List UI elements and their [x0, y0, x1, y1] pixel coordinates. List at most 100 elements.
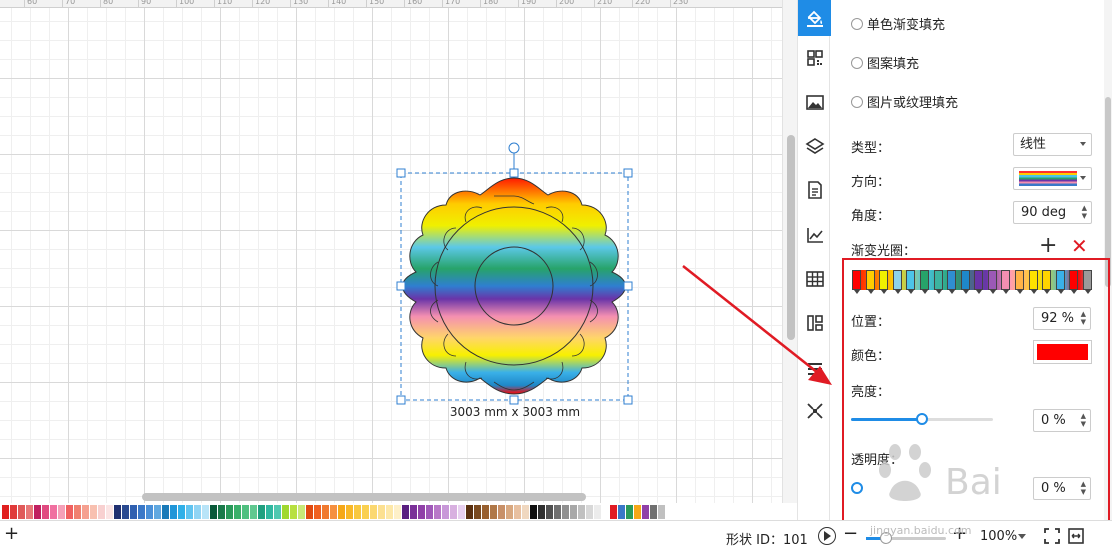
palette-swatch[interactable] [154, 504, 161, 519]
chevron-down-icon[interactable] [1018, 534, 1026, 539]
palette-swatch[interactable] [202, 504, 209, 519]
palette-swatch[interactable] [282, 504, 289, 519]
palette-swatch[interactable] [378, 504, 385, 519]
palette-swatch[interactable] [514, 504, 521, 519]
gradient-stop[interactable] [906, 270, 916, 294]
palette-swatch[interactable] [210, 504, 217, 519]
play-icon[interactable] [818, 527, 836, 545]
chart-tab[interactable] [798, 217, 831, 253]
stepper-arrows-icon[interactable]: ▲ ▼ [1081, 310, 1086, 326]
stepper-arrows-icon[interactable]: ▲ ▼ [1081, 412, 1086, 428]
palette-swatch[interactable] [218, 504, 225, 519]
palette-swatch[interactable] [122, 504, 129, 519]
palette-swatch[interactable] [306, 504, 313, 519]
palette-swatch[interactable] [98, 504, 105, 519]
palette-swatch[interactable] [266, 504, 273, 519]
palette-swatch[interactable] [474, 504, 481, 519]
palette-swatch[interactable] [90, 504, 97, 519]
panel-scrollbar[interactable] [1104, 0, 1112, 520]
gradient-stop[interactable] [1042, 270, 1052, 294]
zoom-level[interactable]: 100% [980, 529, 1017, 544]
palette-swatch[interactable] [290, 504, 297, 519]
palette-swatch[interactable] [602, 504, 609, 519]
radio-circle[interactable] [851, 56, 863, 69]
palette-swatch[interactable] [338, 504, 345, 519]
angle-input[interactable]: 90 deg ▲ ▼ [1013, 201, 1092, 224]
gradient-stop[interactable] [987, 270, 997, 294]
fill-tab[interactable] [798, 0, 831, 36]
palette-swatch[interactable] [546, 504, 553, 519]
palette-swatch[interactable] [658, 504, 665, 519]
palette-swatch[interactable] [370, 504, 377, 519]
palette-swatch[interactable] [50, 504, 57, 519]
gradient-stop[interactable] [919, 270, 929, 294]
palette-swatch[interactable] [570, 504, 577, 519]
palette-swatch[interactable] [354, 504, 361, 519]
palette-swatch[interactable] [250, 504, 257, 519]
palette-swatch[interactable] [594, 504, 601, 519]
palette-swatch[interactable] [58, 504, 65, 519]
style-grid-tab[interactable] [798, 40, 831, 76]
palette-swatch[interactable] [362, 504, 369, 519]
palette-swatch[interactable] [426, 504, 433, 519]
palette-swatch[interactable] [410, 504, 417, 519]
transparency-slider-thumb[interactable] [851, 482, 863, 494]
palette-swatch[interactable] [10, 504, 17, 519]
palette-swatch[interactable] [386, 504, 393, 519]
palette-swatch[interactable] [130, 504, 137, 519]
palette-swatch[interactable] [170, 504, 177, 519]
palette-swatch[interactable] [522, 504, 529, 519]
palette-swatch[interactable] [194, 504, 201, 519]
gradient-stop[interactable] [892, 270, 902, 294]
palette-swatch[interactable] [394, 504, 401, 519]
gradient-stop[interactable] [933, 270, 943, 294]
type-select[interactable]: 线性 [1013, 133, 1092, 156]
radio-circle[interactable] [851, 95, 863, 108]
gradient-stop[interactable] [879, 270, 889, 294]
radio-pattern[interactable]: 图案填充 [851, 53, 919, 72]
delete-stop-icon[interactable]: ✕ [1071, 236, 1088, 256]
palette-swatch[interactable] [146, 504, 153, 519]
palette-swatch[interactable] [450, 504, 457, 519]
palette-swatch[interactable] [82, 504, 89, 519]
palette-swatch[interactable] [538, 504, 545, 519]
palette-swatch[interactable] [298, 504, 305, 519]
org-chart-tab[interactable] [798, 305, 831, 341]
palette-swatch[interactable] [642, 504, 649, 519]
zoom-slider[interactable] [866, 532, 946, 544]
direction-select[interactable] [1013, 167, 1092, 190]
palette-swatch[interactable] [242, 504, 249, 519]
gradient-stop[interactable] [960, 270, 970, 294]
palette-swatch[interactable] [346, 504, 353, 519]
table-tab[interactable] [798, 261, 831, 297]
palette-swatch[interactable] [42, 504, 49, 519]
palette-swatch[interactable] [554, 504, 561, 519]
palette-swatch[interactable] [314, 504, 321, 519]
palette-swatch[interactable] [634, 504, 641, 519]
palette-swatch[interactable] [330, 504, 337, 519]
palette-swatch[interactable] [650, 504, 657, 519]
fit-tab[interactable] [798, 393, 831, 429]
palette-swatch[interactable] [490, 504, 497, 519]
palette-swatch[interactable] [274, 504, 281, 519]
gradient-stop[interactable] [1028, 270, 1038, 294]
position-input[interactable]: 92 % ▲ ▼ [1033, 307, 1091, 330]
palette-swatch[interactable] [2, 504, 9, 519]
color-palette-bar[interactable] [0, 503, 797, 520]
palette-swatch[interactable] [186, 504, 193, 519]
palette-swatch[interactable] [578, 504, 585, 519]
selected-shape[interactable] [0, 0, 782, 503]
palette-swatch[interactable] [162, 504, 169, 519]
palette-swatch[interactable] [618, 504, 625, 519]
menu-tab[interactable] [798, 350, 831, 386]
palette-swatch[interactable] [34, 504, 41, 519]
document-tab[interactable] [798, 172, 831, 208]
radio-single-gradient[interactable]: 单色渐变填充 [851, 14, 945, 33]
horizontal-scrollbar[interactable] [142, 493, 586, 501]
gradient-stop[interactable] [947, 270, 957, 294]
gradient-stop[interactable] [974, 270, 984, 294]
palette-swatch[interactable] [178, 504, 185, 519]
layers-tab[interactable] [798, 128, 831, 164]
vertical-scrollbar[interactable] [782, 0, 797, 503]
palette-swatch[interactable] [402, 504, 409, 519]
